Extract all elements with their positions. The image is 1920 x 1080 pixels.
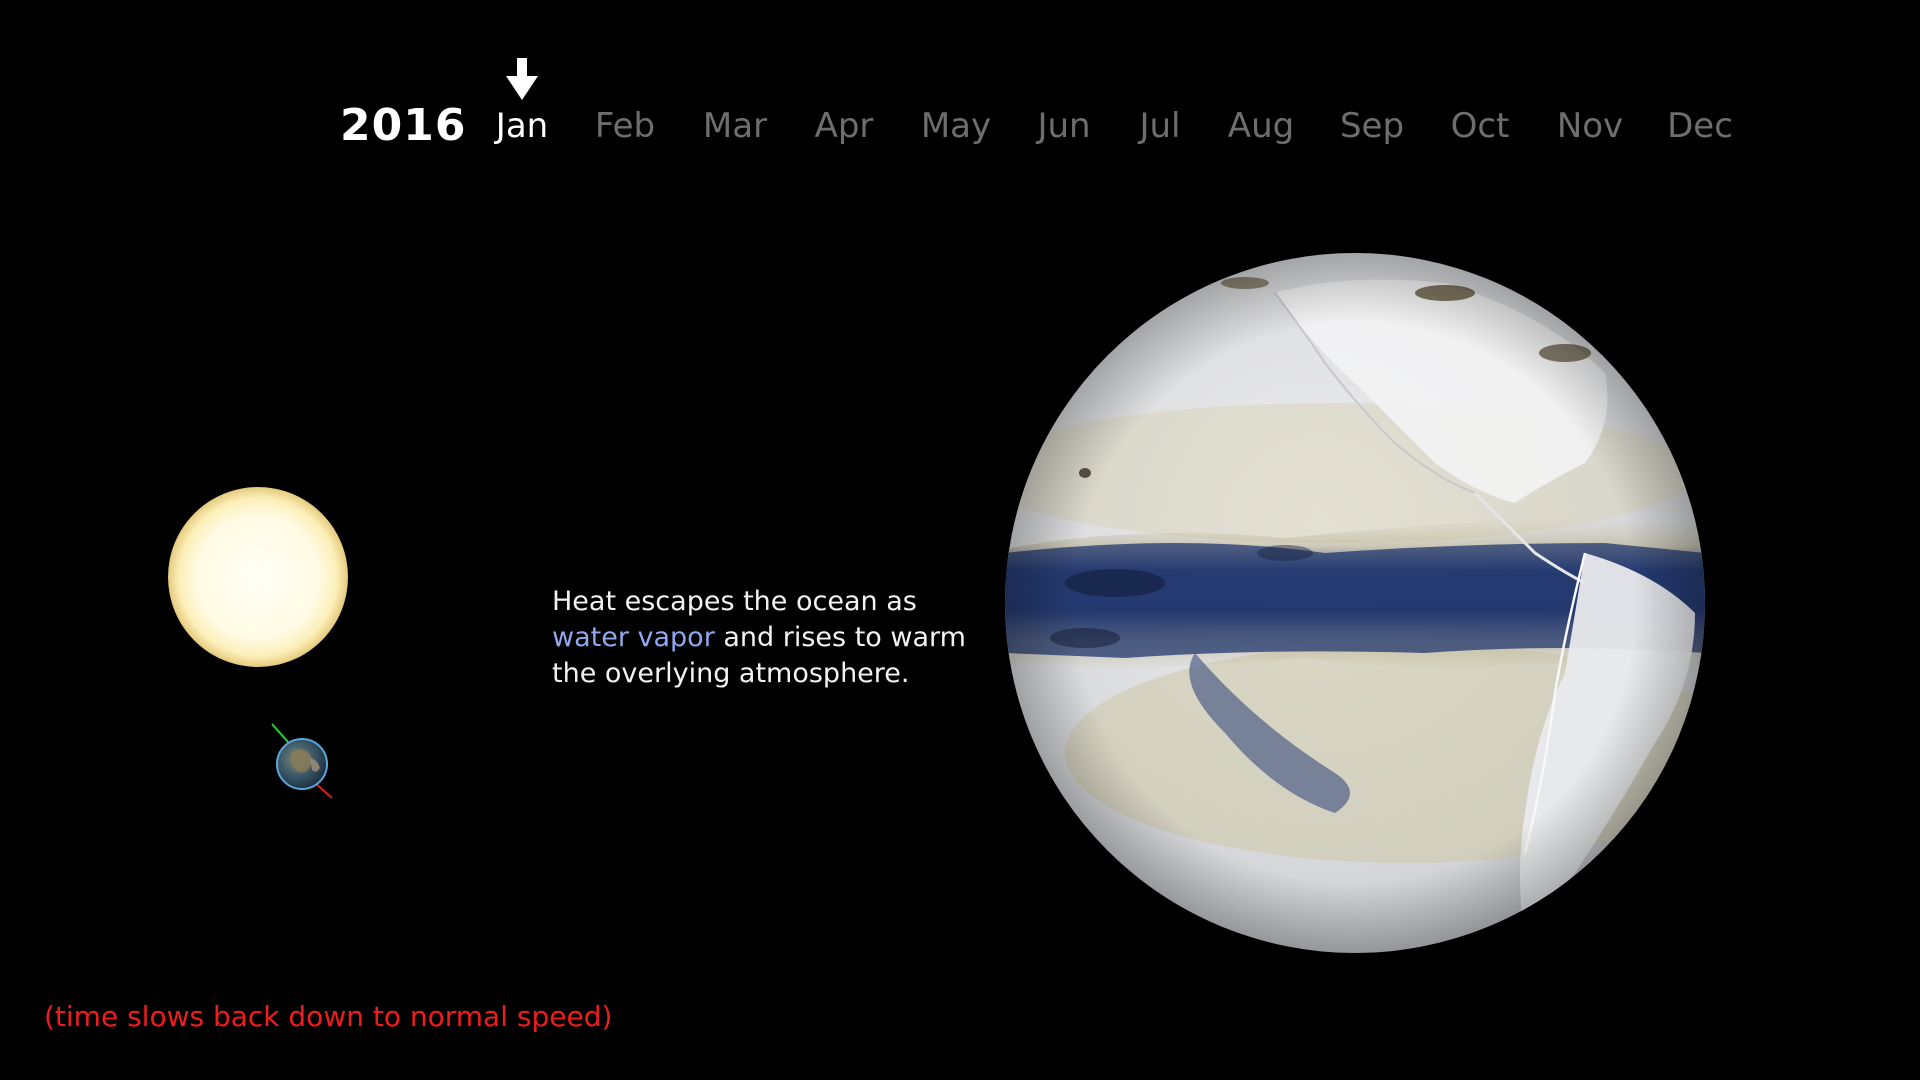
month-feb: Feb — [594, 106, 656, 146]
month-may: May — [920, 106, 992, 146]
speed-note: (time slows back down to normal speed) — [44, 1000, 613, 1033]
down-arrow-icon — [506, 58, 538, 100]
animation-frame: 2016 Jan Feb Mar Apr May Jun Jul Aug Sep… — [0, 0, 1920, 1080]
earth-globe-water-vapor — [1005, 253, 1705, 953]
caption-line3: the overlying atmosphere. — [552, 658, 910, 689]
caption-line2: and rises to warm — [714, 622, 966, 653]
month-apr: Apr — [814, 106, 874, 146]
water-vapor-highlight: water vapor — [552, 622, 715, 653]
month-jun: Jun — [1037, 106, 1091, 146]
month-aug: Aug — [1227, 106, 1295, 146]
month-nov: Nov — [1556, 106, 1624, 146]
month-jan: Jan — [495, 106, 549, 146]
year-label: 2016 — [340, 100, 467, 151]
month-mar: Mar — [702, 106, 768, 146]
month-sep: Sep — [1339, 106, 1405, 146]
sun-icon — [168, 487, 348, 667]
caption-line1: Heat escapes the ocean as — [552, 586, 917, 617]
month-oct: Oct — [1450, 106, 1510, 146]
earth-icon — [271, 723, 333, 799]
caption-text: Heat escapes the ocean as water vapor an… — [552, 584, 1012, 692]
month-dec: Dec — [1667, 106, 1733, 146]
month-jul: Jul — [1139, 106, 1181, 146]
